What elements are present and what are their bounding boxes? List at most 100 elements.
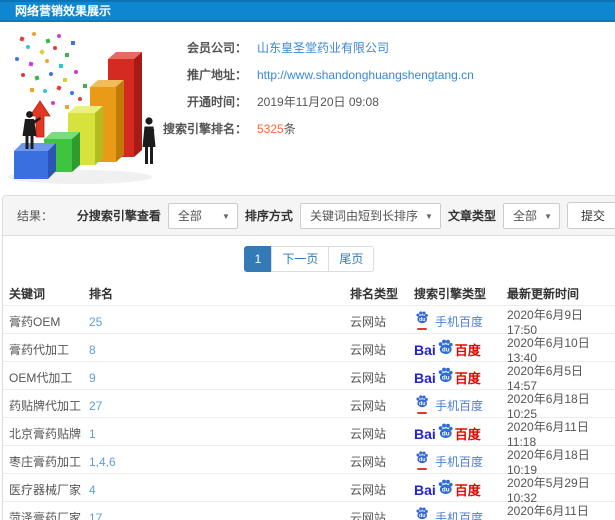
cell-rank[interactable]: 25: [89, 315, 102, 329]
engine-rank-count-value: 5325条: [257, 120, 296, 137]
table-header-row: 关键词 排名 排名类型 搜索引擎类型 最新更新时间: [3, 281, 615, 305]
cell-updated: 2020年6月11日 11:40: [507, 504, 589, 520]
svg-text:du: du: [442, 430, 450, 437]
filter-controls: 分搜索引擎查看 全部 ▼ 排序方式 关键词由短到长排序 ▼ 文章类型 全部 ▼ …: [76, 202, 615, 229]
cell-keyword: 枣庄膏药加工: [9, 455, 82, 469]
chevron-down-icon: ▼: [544, 211, 552, 221]
chevron-down-icon: ▼: [222, 211, 230, 221]
field-promo-url: 推广地址： http://www.shandonghuangshengtang.…: [150, 61, 610, 88]
field-company: 会员公司： 山东皇圣堂药业有限公司: [150, 34, 610, 61]
engine-name: 手机百度: [435, 511, 484, 520]
baidu-paw-icon: du: [438, 423, 453, 439]
chevron-down-icon: ▼: [425, 211, 433, 221]
engine-filter-select[interactable]: 全部 ▼: [167, 202, 238, 229]
cell-rank[interactable]: 1: [89, 427, 96, 441]
cell-rank[interactable]: 8: [89, 343, 96, 357]
baidu-mobile-redline: [417, 412, 427, 414]
table-row: 膏药OEM 25 云网站 du 手机百度 2020年6月9日 17:50: [3, 305, 615, 337]
pagination: 1 下一页 尾页: [3, 246, 615, 272]
open-time-value: 2019年11月20日 09:08: [257, 95, 379, 109]
cell-engine: du 手机百度: [410, 395, 507, 414]
submit-button[interactable]: 提交: [566, 202, 615, 229]
baidu-logo: Bai du 百度: [414, 339, 481, 359]
rank-count-number: 5325: [257, 122, 284, 136]
svg-text:du: du: [419, 401, 425, 407]
open-time-label: 开通时间：: [186, 95, 247, 109]
engine-filter-label: 分搜索引擎查看: [76, 209, 161, 223]
table-row: 医疗器械厂家 4 云网站 Bai du 百度 2020年5月29日 10:32: [3, 473, 615, 505]
svg-text:du: du: [442, 374, 450, 381]
keyword-rank-table: 关键词 排名 排名类型 搜索引擎类型 最新更新时间 膏药OEM 25 云网站 d…: [3, 281, 615, 520]
table-row: 药贴牌代加工 27 云网站 du 手机百度 2020年6月18日 10:25: [3, 389, 615, 421]
next-page-button[interactable]: 下一页: [271, 246, 330, 272]
engine-name: 手机百度: [435, 315, 484, 329]
cell-keyword: 菏泽膏药厂家: [9, 511, 82, 520]
svg-text:du: du: [419, 457, 425, 463]
company-label: 会员公司：: [186, 41, 247, 55]
baidu-bai-text: Bai: [414, 369, 436, 386]
cell-updated: 2020年6月18日 10:19: [507, 448, 590, 477]
cell-rank-type: 云网站: [350, 399, 387, 413]
article-type-select[interactable]: 全部 ▼: [502, 202, 560, 229]
cell-rank[interactable]: 9: [89, 371, 96, 385]
baidu-bai-text: Bai: [414, 341, 436, 358]
cell-keyword: 医疗器械厂家: [9, 483, 82, 497]
cell-engine: Bai du 百度: [410, 423, 507, 443]
header-rank-type: 排名类型: [350, 286, 399, 301]
table-row: 枣庄膏药加工 1,4,6 云网站 du 手机百度 2020年6月18日 10:1…: [3, 445, 615, 477]
page-1-button[interactable]: 1: [243, 246, 273, 272]
cell-engine: du 手机百度: [410, 451, 507, 470]
title-bar: 网络营销效果展示: [0, 0, 615, 22]
baidu-mobile-icon: du: [414, 311, 430, 330]
results-panel: 结果： 分搜索引擎查看 全部 ▼ 排序方式 关键词由短到长排序 ▼ 文章类型 全…: [2, 195, 615, 520]
cell-rank[interactable]: 1,4,6: [89, 455, 116, 469]
baidu-paw-icon: du: [438, 367, 453, 383]
cell-updated: 2020年6月11日 11:18: [507, 420, 589, 449]
engine-rank-count-label: 搜索引擎排名：: [162, 122, 247, 136]
promo-url-label: 推广地址：: [186, 68, 247, 82]
company-link[interactable]: 山东皇圣堂药业有限公司: [257, 39, 389, 56]
cell-rank-type: 云网站: [350, 483, 387, 497]
engine-filter-value: 全部: [177, 208, 202, 223]
baidu-mobile-icon: du: [414, 451, 430, 470]
results-filter-bar: 结果： 分搜索引擎查看 全部 ▼ 排序方式 关键词由短到长排序 ▼ 文章类型 全…: [3, 196, 615, 236]
baidu-logo: Bai du 百度: [414, 367, 481, 387]
baidu-mobile-logo: du 手机百度: [414, 311, 484, 330]
table-row: 膏药代加工 8 云网站 Bai du 百度 2020年6月10日 13:40: [3, 333, 615, 365]
baidu-bai-text: Bai: [414, 425, 436, 442]
baidu-bai-text: Bai: [414, 481, 436, 498]
baidu-paw-icon: du: [416, 311, 428, 324]
cell-updated: 2020年5月29日 10:32: [507, 476, 590, 505]
last-page-button[interactable]: 尾页: [328, 246, 375, 272]
member-fields: 会员公司： 山东皇圣堂药业有限公司 推广地址： http://www.shand…: [150, 34, 610, 142]
cell-rank-type: 云网站: [350, 455, 387, 469]
field-engine-rank-count: 搜索引擎排名： 5325条: [150, 115, 610, 142]
table-body: 膏药OEM 25 云网站 du 手机百度 2020年6月9日 17:50 膏药代…: [3, 305, 615, 520]
engine-name: 百度: [454, 371, 481, 386]
cell-updated: 2020年6月10日 13:40: [507, 336, 590, 365]
sort-select[interactable]: 关键词由短到长排序 ▼: [299, 202, 441, 229]
baidu-mobile-logo: du 手机百度: [414, 507, 484, 520]
cell-keyword: OEM代加工: [9, 371, 73, 385]
cell-rank-type: 云网站: [350, 343, 387, 357]
cell-rank[interactable]: 27: [89, 399, 102, 413]
cell-rank-type: 云网站: [350, 511, 387, 520]
engine-name: 百度: [454, 427, 481, 442]
cell-keyword: 药贴牌代加工: [9, 399, 82, 413]
header-keyword: 关键词: [9, 286, 46, 301]
cell-rank[interactable]: 4: [89, 483, 96, 497]
header-engine-type: 搜索引擎类型: [414, 286, 487, 301]
cell-rank[interactable]: 17: [89, 511, 102, 520]
results-label: 结果：: [17, 209, 54, 223]
cell-engine: Bai du 百度: [410, 479, 507, 499]
baidu-mobile-icon: du: [414, 507, 430, 520]
engine-name: 百度: [454, 483, 481, 498]
header-updated: 最新更新时间: [507, 286, 580, 301]
field-open-time: 开通时间： 2019年11月20日 09:08: [150, 88, 610, 115]
cell-engine: Bai du 百度: [410, 339, 507, 359]
baidu-paw-icon: du: [416, 507, 428, 520]
member-info-section: 会员公司： 山东皇圣堂药业有限公司 推广地址： http://www.shand…: [0, 22, 615, 195]
table-row: 北京膏药贴牌 1 云网站 Bai du 百度 2020年6月11日 11:18: [3, 417, 615, 449]
svg-text:du: du: [419, 317, 425, 323]
promo-url-link[interactable]: http://www.shandonghuangshengtang.cn: [257, 68, 474, 82]
